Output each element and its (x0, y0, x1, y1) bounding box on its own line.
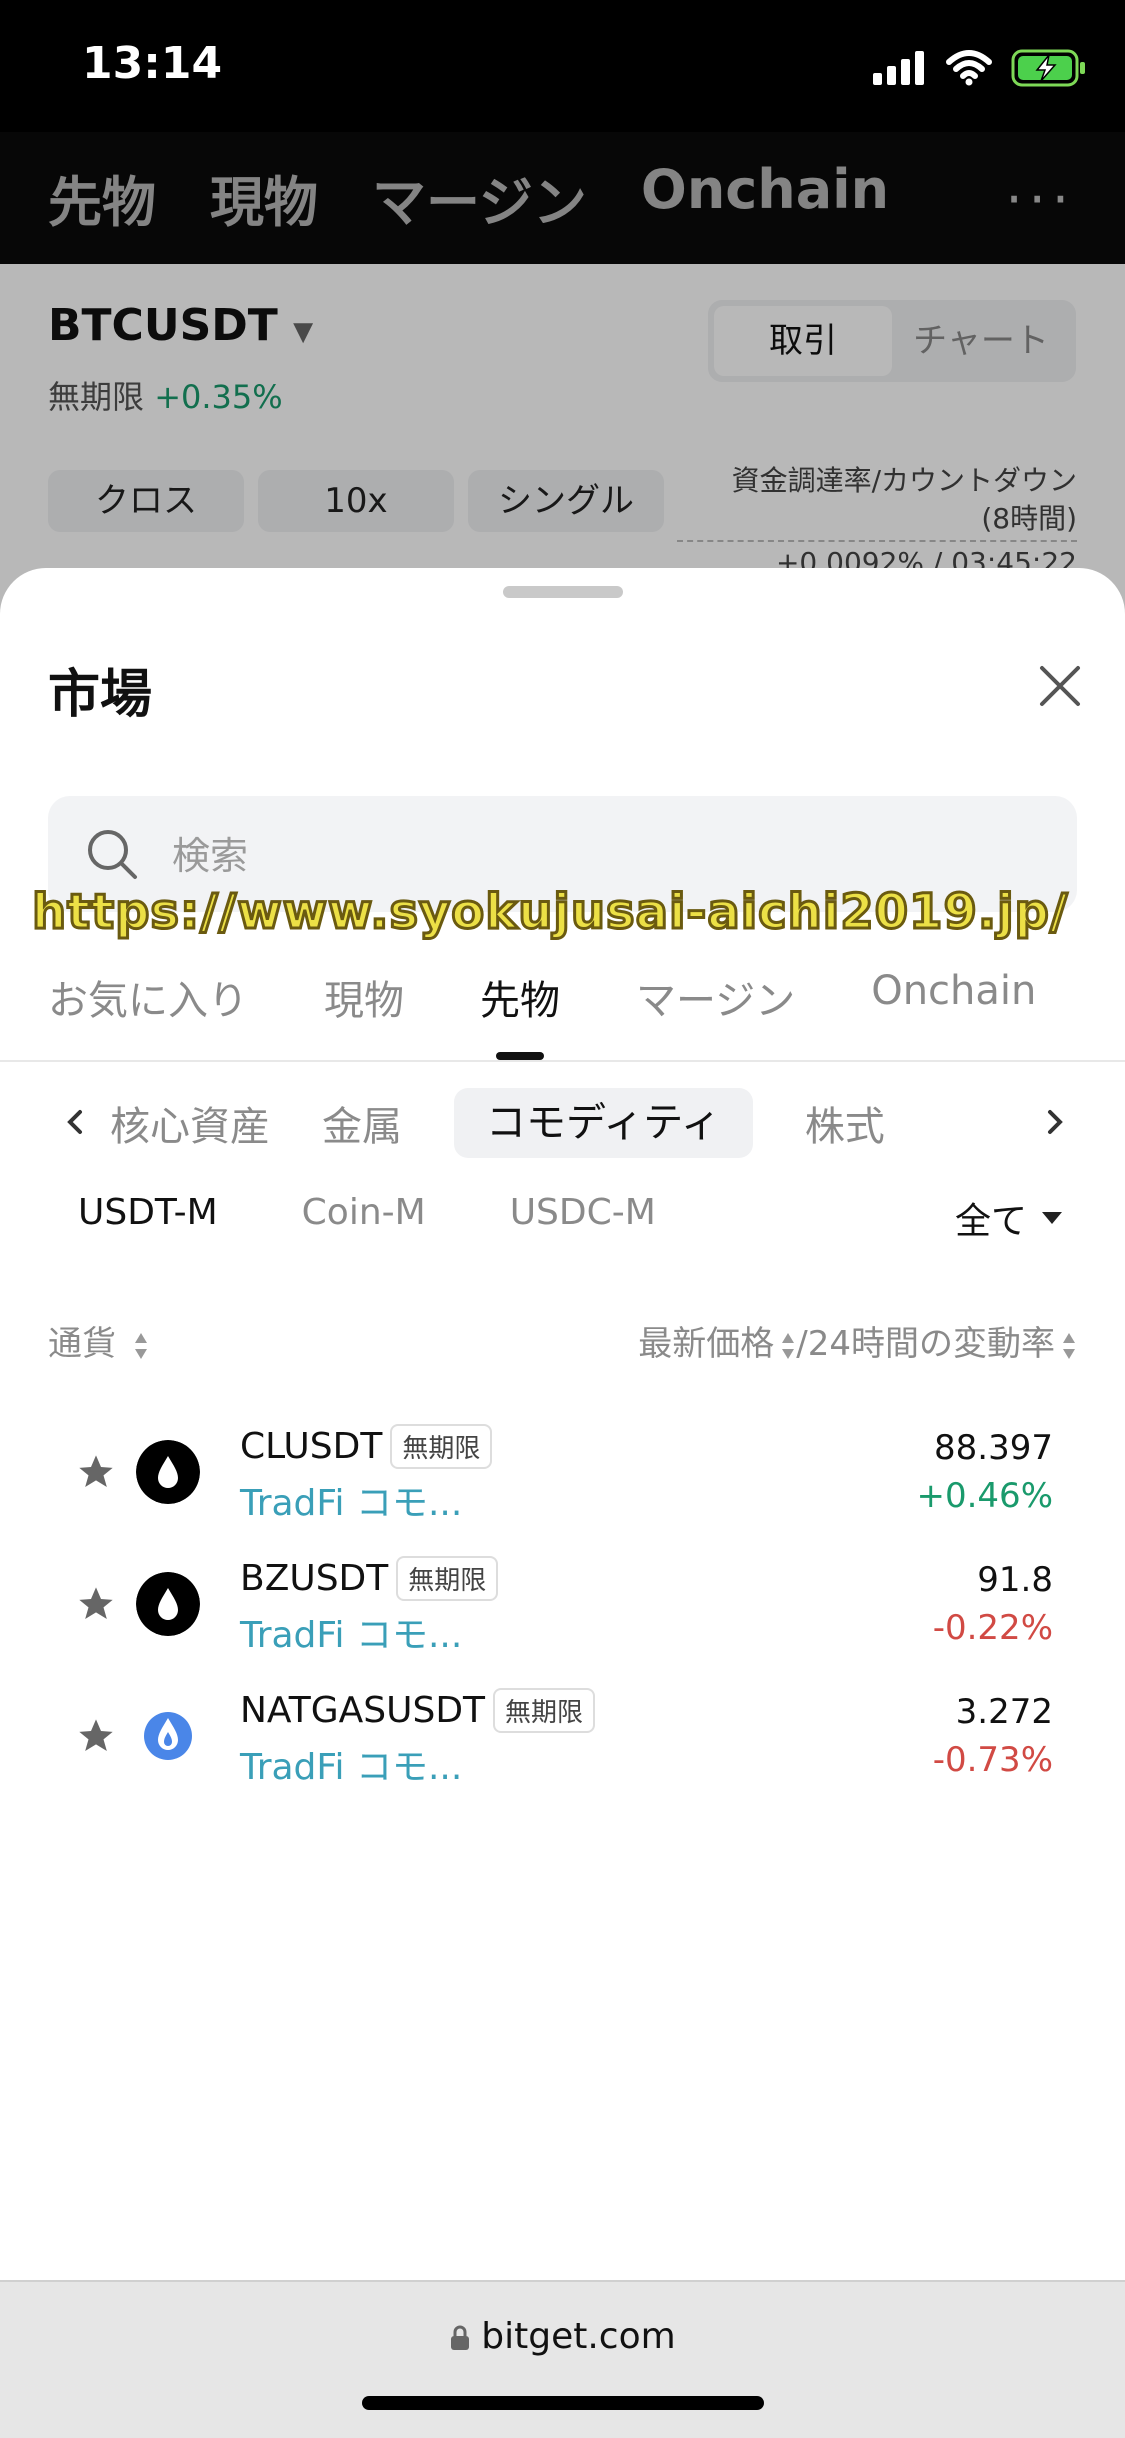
subtab-usdc-m[interactable]: USDC-M (510, 1192, 656, 1233)
status-icons (873, 48, 1087, 88)
row-change: -0.22% (932, 1608, 1053, 1648)
sheet-grabber[interactable] (503, 586, 623, 598)
category-core-assets[interactable]: 核心資産 (110, 1094, 270, 1152)
status-time: 13:14 (82, 38, 223, 89)
sheet-title: 市場 (48, 665, 153, 725)
oil-drop-icon (136, 1440, 200, 1504)
search-input[interactable] (170, 820, 1034, 892)
lock-icon (451, 2325, 470, 2350)
tabs-divider (0, 1060, 1125, 1062)
perpetual-badge: 無期限 (390, 1424, 493, 1469)
sort-icon (1063, 1332, 1075, 1359)
oil-drop-icon (136, 1572, 200, 1636)
close-icon[interactable] (1034, 660, 1086, 712)
row-price: 88.397 (934, 1428, 1053, 1468)
subtab-usdt-m[interactable]: USDT-M (78, 1192, 218, 1233)
gas-flame-icon (144, 1712, 192, 1760)
chevron-right-icon[interactable] (1040, 1102, 1070, 1142)
url-text: bitget.com (481, 2316, 676, 2357)
perpetual-badge: 無期限 (493, 1688, 596, 1733)
search-icon (88, 830, 137, 879)
filter-dropdown[interactable]: 全て (955, 1192, 1063, 1244)
star-icon[interactable] (76, 1452, 116, 1492)
star-icon[interactable] (76, 1716, 116, 1756)
row-category[interactable]: TradFi コモ... (240, 1606, 462, 1658)
url-bar[interactable]: bitget.com (0, 2316, 1125, 2357)
filter-label: 全て (954, 1201, 1027, 1242)
margin-type-tabs: USDT-M Coin-M USDC-M (48, 1192, 656, 1233)
tab-margin[interactable]: マージン (636, 968, 795, 1052)
row-change: +0.46% (916, 1476, 1054, 1516)
row-symbol: BZUSDT 無期限 (240, 1556, 499, 1601)
battery-charging-icon (1011, 49, 1085, 87)
tab-onchain[interactable]: Onchain (871, 968, 1036, 1052)
tab-futures[interactable]: 先物 (480, 968, 560, 1052)
row-price: 3.272 (955, 1692, 1053, 1732)
row-category[interactable]: TradFi コモ... (240, 1738, 462, 1790)
col-currency[interactable]: 通貨 (48, 1316, 149, 1365)
category-stocks[interactable]: 株式 (805, 1094, 885, 1152)
subtab-coin-m[interactable]: Coin-M (302, 1192, 426, 1233)
tab-spot[interactable]: 現物 (324, 968, 404, 1052)
home-indicator[interactable] (362, 2396, 764, 2410)
category-commodities[interactable]: コモディティ (454, 1088, 753, 1158)
wifi-icon (946, 50, 992, 86)
row-symbol: NATGASUSDT 無期限 (240, 1688, 596, 1733)
perpetual-badge: 無期限 (396, 1556, 499, 1601)
row-symbol: CLUSDT 無期限 (240, 1424, 493, 1469)
chevron-left-icon[interactable] (60, 1102, 90, 1142)
category-row: 核心資産 金属 コモディティ 株式 (110, 1088, 885, 1158)
market-tabs: お気に入り 現物 先物 マージン Onchain (48, 968, 1112, 1052)
sort-icon (134, 1332, 147, 1359)
row-price: 91.8 (977, 1560, 1053, 1600)
browser-bar (0, 2280, 1125, 2438)
sort-icon (782, 1332, 795, 1359)
signal-icon (873, 51, 924, 85)
row-change: -0.73% (932, 1740, 1053, 1780)
column-headers: 通貨 最新価格/24時間の変動率 (48, 1316, 1077, 1365)
caret-down-icon (1042, 1212, 1062, 1224)
tab-favorites[interactable]: お気に入り (48, 968, 248, 1052)
star-icon[interactable] (76, 1584, 116, 1624)
category-metals[interactable]: 金属 (322, 1094, 402, 1152)
watermark-url: https://www.syokujusai-aichi2019.jp/ (30, 883, 1069, 942)
col-price-change[interactable]: 最新価格/24時間の変動率 (638, 1316, 1077, 1365)
row-category[interactable]: TradFi コモ... (240, 1474, 462, 1526)
